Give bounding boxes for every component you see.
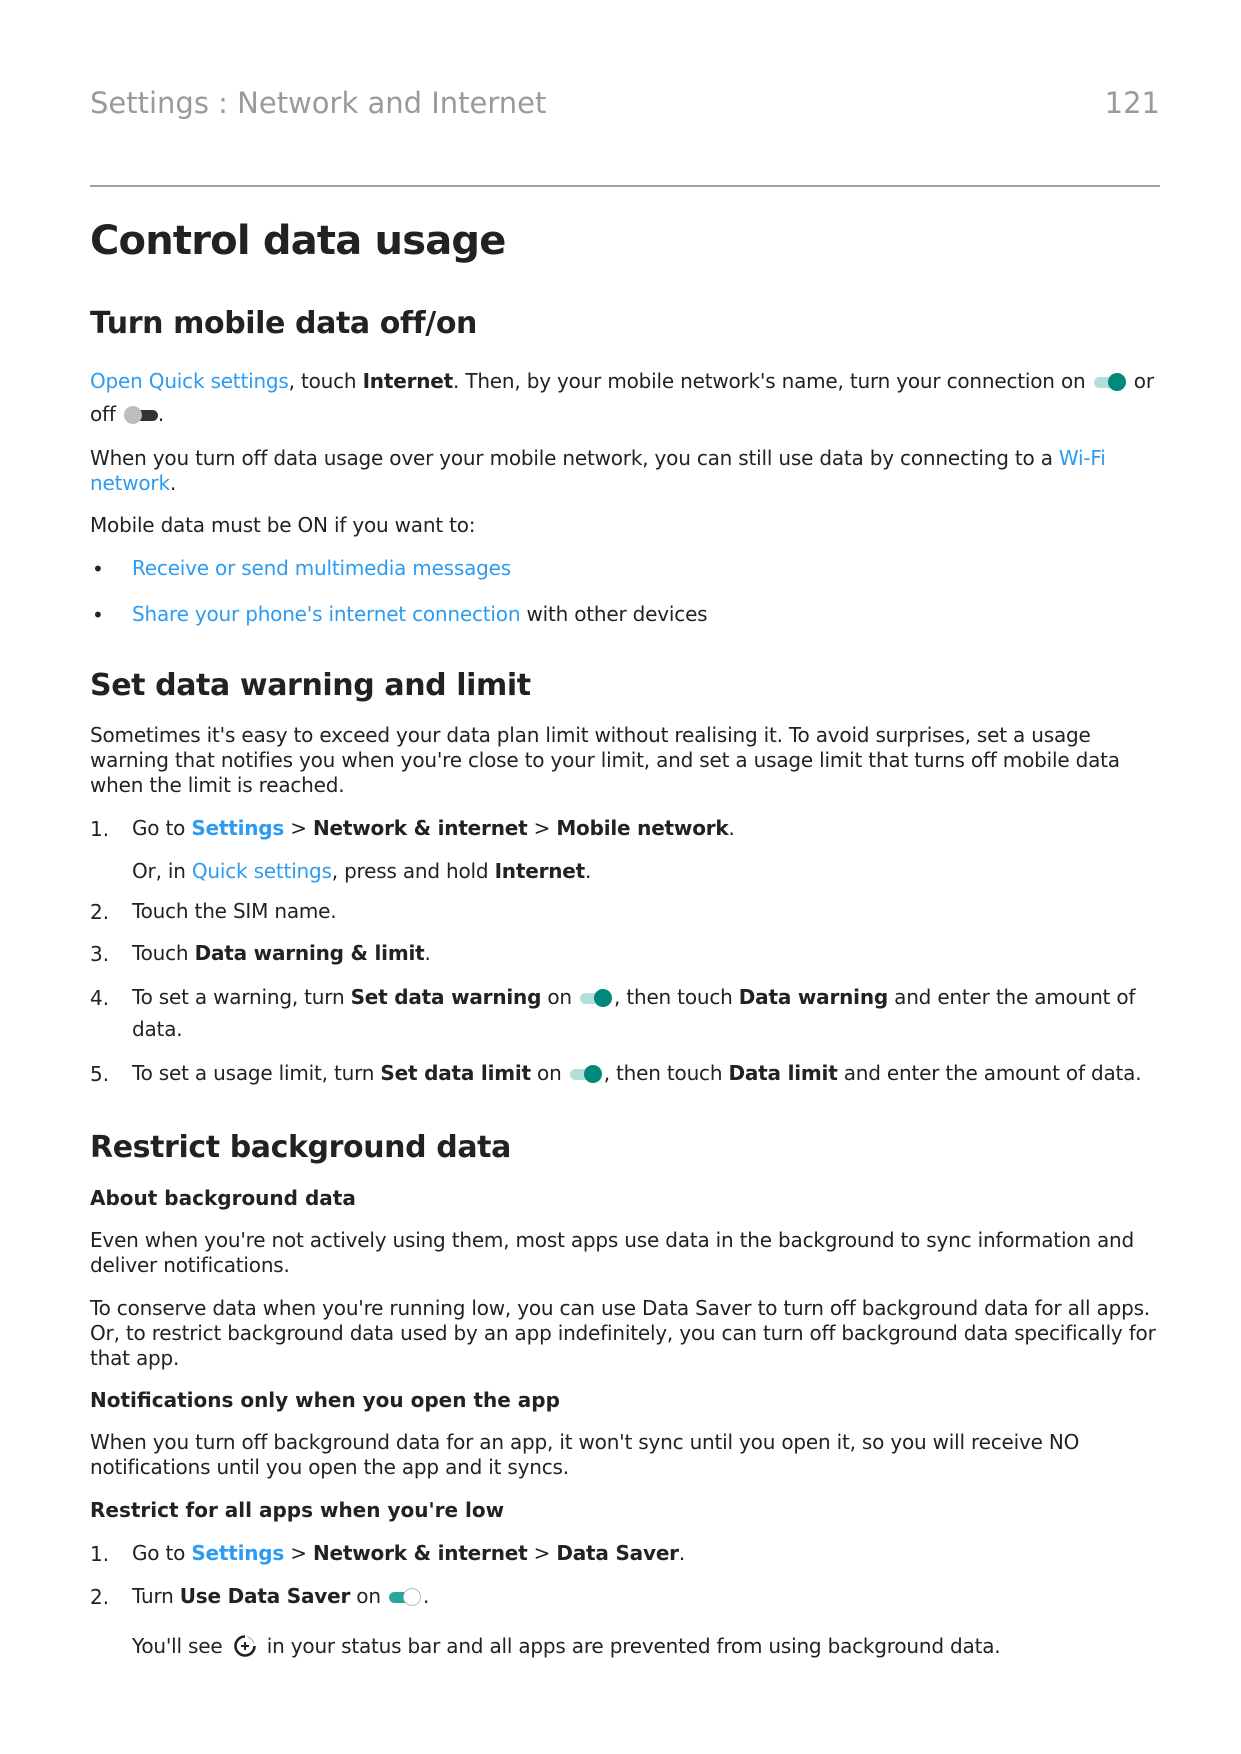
subheading-restrict-all: Restrict for all apps when you're low <box>90 1498 505 1522</box>
step-number: 4. <box>90 986 110 1010</box>
step-number: 2. <box>90 1585 110 1609</box>
multimedia-messages-link[interactable]: Receive or send multimedia messages <box>132 556 511 580</box>
step-2: Touch the SIM name. <box>132 899 337 923</box>
list-item: Receive or send multimedia messages <box>132 552 1162 584</box>
bullet-marker: • <box>92 557 104 581</box>
running-header-title: Settings : Network and Internet <box>90 86 547 120</box>
subheading-about-background: About background data <box>90 1186 356 1210</box>
step-number: 1. <box>90 1542 110 1566</box>
page-title: Control data usage <box>90 218 506 264</box>
paragraph-quick-settings: Open Quick settings, touch Internet. The… <box>90 369 1154 426</box>
step-number: 3. <box>90 942 110 966</box>
bullet-marker: • <box>92 603 104 627</box>
toggle-on-icon <box>1093 373 1126 391</box>
paragraph-data-saver: To conserve data when you're running low… <box>90 1296 1156 1370</box>
toggle-off-icon <box>123 406 158 424</box>
subheading-notifications: Notifications only when you open the app <box>90 1388 560 1412</box>
section-heading-turn-mobile-data: Turn mobile data off/on <box>90 306 478 341</box>
data-saver-step-2: Turn Use Data Saver on . <box>132 1584 430 1608</box>
section-heading-restrict-background: Restrict background data <box>90 1130 511 1165</box>
paragraph-background-sync: Even when you're not actively using them… <box>90 1228 1135 1277</box>
step-number: 5. <box>90 1062 110 1086</box>
quick-settings-link[interactable]: Quick settings <box>192 859 332 883</box>
page-number: 121 <box>1104 86 1160 120</box>
header-divider <box>90 185 1160 187</box>
step-1: Go to Settings > Network & internet > Mo… <box>132 816 735 840</box>
settings-link[interactable]: Settings <box>191 1541 284 1565</box>
open-quick-settings-link[interactable]: Open Quick settings <box>90 369 289 393</box>
toggle-on-icon <box>388 1588 421 1606</box>
toggle-on-icon <box>569 1065 602 1083</box>
share-internet-connection-link[interactable]: Share your phone's internet connection <box>132 602 520 626</box>
paragraph-wifi: When you turn off data usage over your m… <box>90 446 1106 495</box>
step-number: 2. <box>90 900 110 924</box>
step-1-alternative: Or, in Quick settings, press and hold In… <box>132 859 592 883</box>
paragraph-data-warning-intro: Sometimes it's easy to exceed your data … <box>90 723 1120 797</box>
step-5: To set a usage limit, turn Set data limi… <box>132 1061 1142 1085</box>
toggle-on-icon <box>580 989 613 1007</box>
settings-link[interactable]: Settings <box>191 816 284 840</box>
paragraph-mobile-data-on: Mobile data must be ON if you want to: <box>90 513 476 537</box>
data-saver-icon <box>233 1634 257 1667</box>
paragraph-notifications: When you turn off background data for an… <box>90 1430 1080 1479</box>
step-number: 1. <box>90 817 110 841</box>
data-saver-step-1: Go to Settings > Network & internet > Da… <box>132 1541 686 1565</box>
step-4: To set a warning, turn Set data warning … <box>132 985 1136 1041</box>
section-heading-data-warning: Set data warning and limit <box>90 668 531 703</box>
data-saver-note: You'll see in your status bar and all ap… <box>132 1630 1162 1667</box>
step-3: Touch Data warning & limit. <box>132 941 431 965</box>
list-item: Share your phone's internet connection w… <box>132 602 708 626</box>
